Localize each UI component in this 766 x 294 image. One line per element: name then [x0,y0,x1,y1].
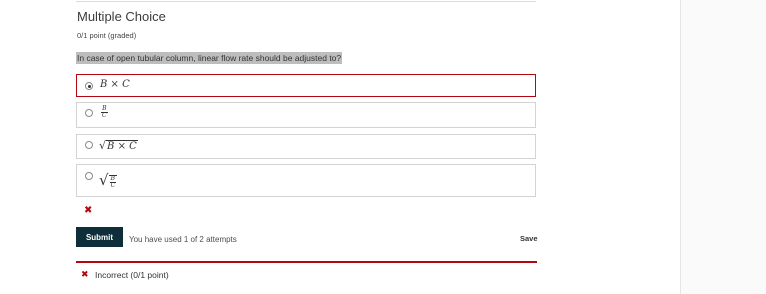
attempts-text: You have used 1 of 2 attempts [129,235,237,244]
choice-c[interactable]: √B × C [76,134,536,159]
choice-d-expression: √ B C [99,171,118,189]
choice-c-expression: √B × C [99,139,138,152]
points-label: 0/1 point (graded) [77,31,137,40]
choice-d[interactable]: √ B C [76,164,536,197]
radio-choice-c[interactable] [85,141,93,149]
sqrt-symbol: √ [99,171,109,189]
radio-choice-a[interactable] [85,82,93,90]
sqrt-symbol: √ [99,139,107,152]
choice-b[interactable]: BC [76,102,536,128]
choice-b-expression: BC [101,105,108,119]
top-divider [76,1,536,2]
choice-a[interactable]: B × C [76,74,536,97]
save-button[interactable]: Save [520,234,538,243]
problem-title: Multiple Choice [77,9,166,24]
feedback-panel: ✖ Incorrect (0/1 point) [76,261,537,294]
radio-choice-d[interactable] [85,172,93,180]
radio-choice-b[interactable] [85,109,93,117]
incorrect-feedback-icon: ✖ [81,269,89,279]
incorrect-icon: ✖ [84,205,93,216]
feedback-text: Incorrect (0/1 point) [95,270,169,280]
question-text: In case of open tubular column, linear f… [76,52,343,64]
choice-a-expression: B × C [100,79,130,90]
right-sidebar [680,0,766,294]
submit-button[interactable]: Submit [76,227,123,247]
